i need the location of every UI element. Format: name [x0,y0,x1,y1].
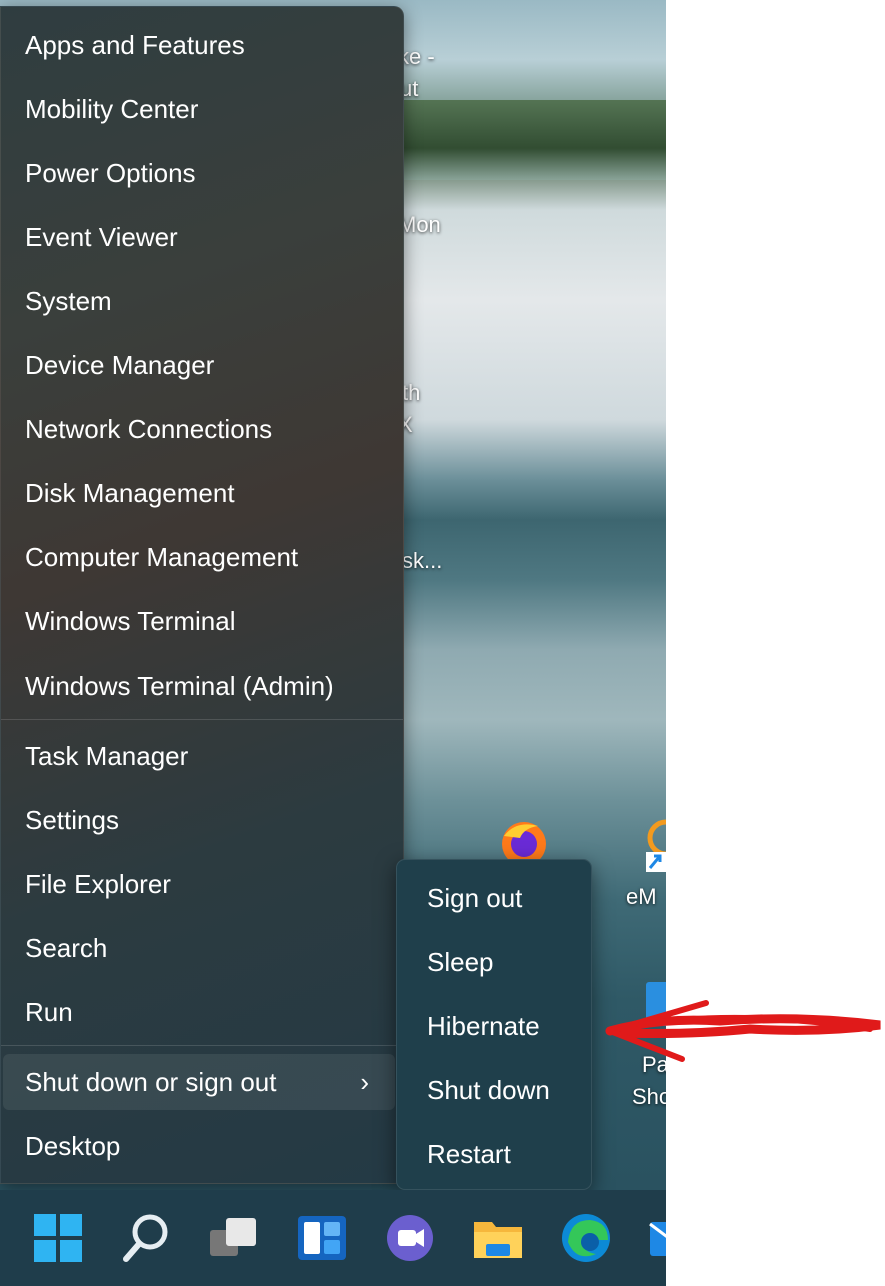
windows-start-icon[interactable] [32,1212,84,1264]
submenu-item-restart[interactable]: Restart [401,1126,587,1182]
menu-item-label: Shut down or sign out [25,1067,277,1097]
taskbar [0,1190,666,1286]
menu-item-file-explorer[interactable]: File Explorer [3,856,395,912]
desktop-icon-label-fragment[interactable]: sk... [402,548,442,574]
submenu-item-sign-out[interactable]: Sign out [401,870,587,926]
shutdown-submenu: Sign out Sleep Hibernate Shut down Resta… [396,859,592,1190]
search-icon[interactable] [120,1212,172,1264]
red-arrow-annotation [600,995,885,1070]
em-client-desktop-icon[interactable] [644,818,666,878]
widgets-icon[interactable] [296,1212,348,1264]
desktop-icon-label-fragment[interactable]: Sho [632,1084,666,1110]
menu-item-task-manager[interactable]: Task Manager [3,728,395,784]
menu-item-search[interactable]: Search [3,920,395,976]
file-explorer-icon[interactable] [472,1212,524,1264]
edge-icon[interactable] [560,1212,612,1264]
menu-item-computer-management[interactable]: Computer Management [3,529,395,585]
menu-item-disk-management[interactable]: Disk Management [3,465,395,521]
menu-item-event-viewer[interactable]: Event Viewer [3,209,395,265]
submenu-item-sleep[interactable]: Sleep [401,934,587,990]
menu-item-run[interactable]: Run [3,984,395,1040]
submenu-item-hibernate[interactable]: Hibernate [401,998,587,1054]
menu-item-system[interactable]: System [3,273,395,329]
menu-item-settings[interactable]: Settings [3,792,395,848]
winx-quick-link-menu: Apps and Features Mobility Center Power … [0,6,404,1184]
menu-item-device-manager[interactable]: Device Manager [3,337,395,393]
menu-item-mobility-center[interactable]: Mobility Center [3,81,395,137]
desktop-icon-label-fragment[interactable]: th [402,380,420,406]
menu-item-desktop[interactable]: Desktop [3,1118,395,1174]
wallpaper-treeline [402,100,666,180]
task-view-icon[interactable] [206,1212,258,1264]
mail-icon[interactable] [648,1212,666,1264]
desktop-icon-label-fragment[interactable]: Mon [398,212,441,238]
menu-separator [1,1045,403,1046]
menu-separator [1,719,403,720]
menu-item-windows-terminal[interactable]: Windows Terminal [3,593,395,649]
submenu-item-shut-down[interactable]: Shut down [401,1062,587,1118]
teams-chat-icon[interactable] [384,1212,436,1264]
chevron-right-icon: › [360,1067,369,1097]
menu-item-windows-terminal-admin[interactable]: Windows Terminal (Admin) [3,658,395,714]
menu-item-apps-and-features[interactable]: Apps and Features [3,17,395,73]
menu-item-power-options[interactable]: Power Options [3,145,395,201]
desktop-icon-label-fragment[interactable]: eM [626,884,657,910]
menu-item-shut-down-or-sign-out[interactable]: Shut down or sign out › [3,1054,395,1110]
menu-item-network-connections[interactable]: Network Connections [3,401,395,457]
